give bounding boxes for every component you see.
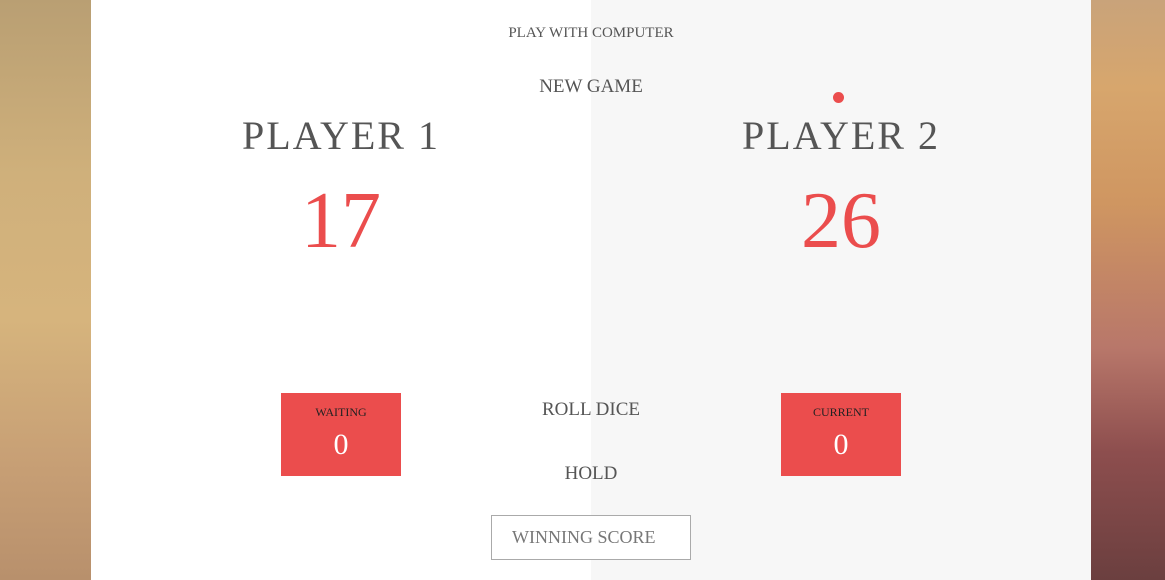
winning-score-input[interactable]	[491, 515, 691, 560]
roll-dice-button[interactable]: ROLL DICE	[91, 398, 1091, 422]
background-right	[1091, 0, 1165, 580]
player-1-score: 17	[301, 177, 381, 265]
background-left	[0, 0, 91, 580]
player-1-name: PLAYER 1	[242, 113, 440, 158]
player-1-current-score: 0	[333, 428, 349, 461]
player-2-name: PLAYER 2	[742, 113, 940, 158]
game-panel: PLAYER 1 17 WAITING 0 PLAYER 2 26 CURREN…	[91, 0, 1091, 580]
hold-button[interactable]: HOLD	[91, 462, 1091, 486]
new-game-button[interactable]: NEW GAME	[91, 75, 1091, 99]
play-with-computer-button[interactable]: PLAY WITH COMPUTER	[91, 24, 1091, 43]
player-2-current-score: 0	[833, 428, 849, 461]
player-2-score: 26	[801, 177, 881, 265]
